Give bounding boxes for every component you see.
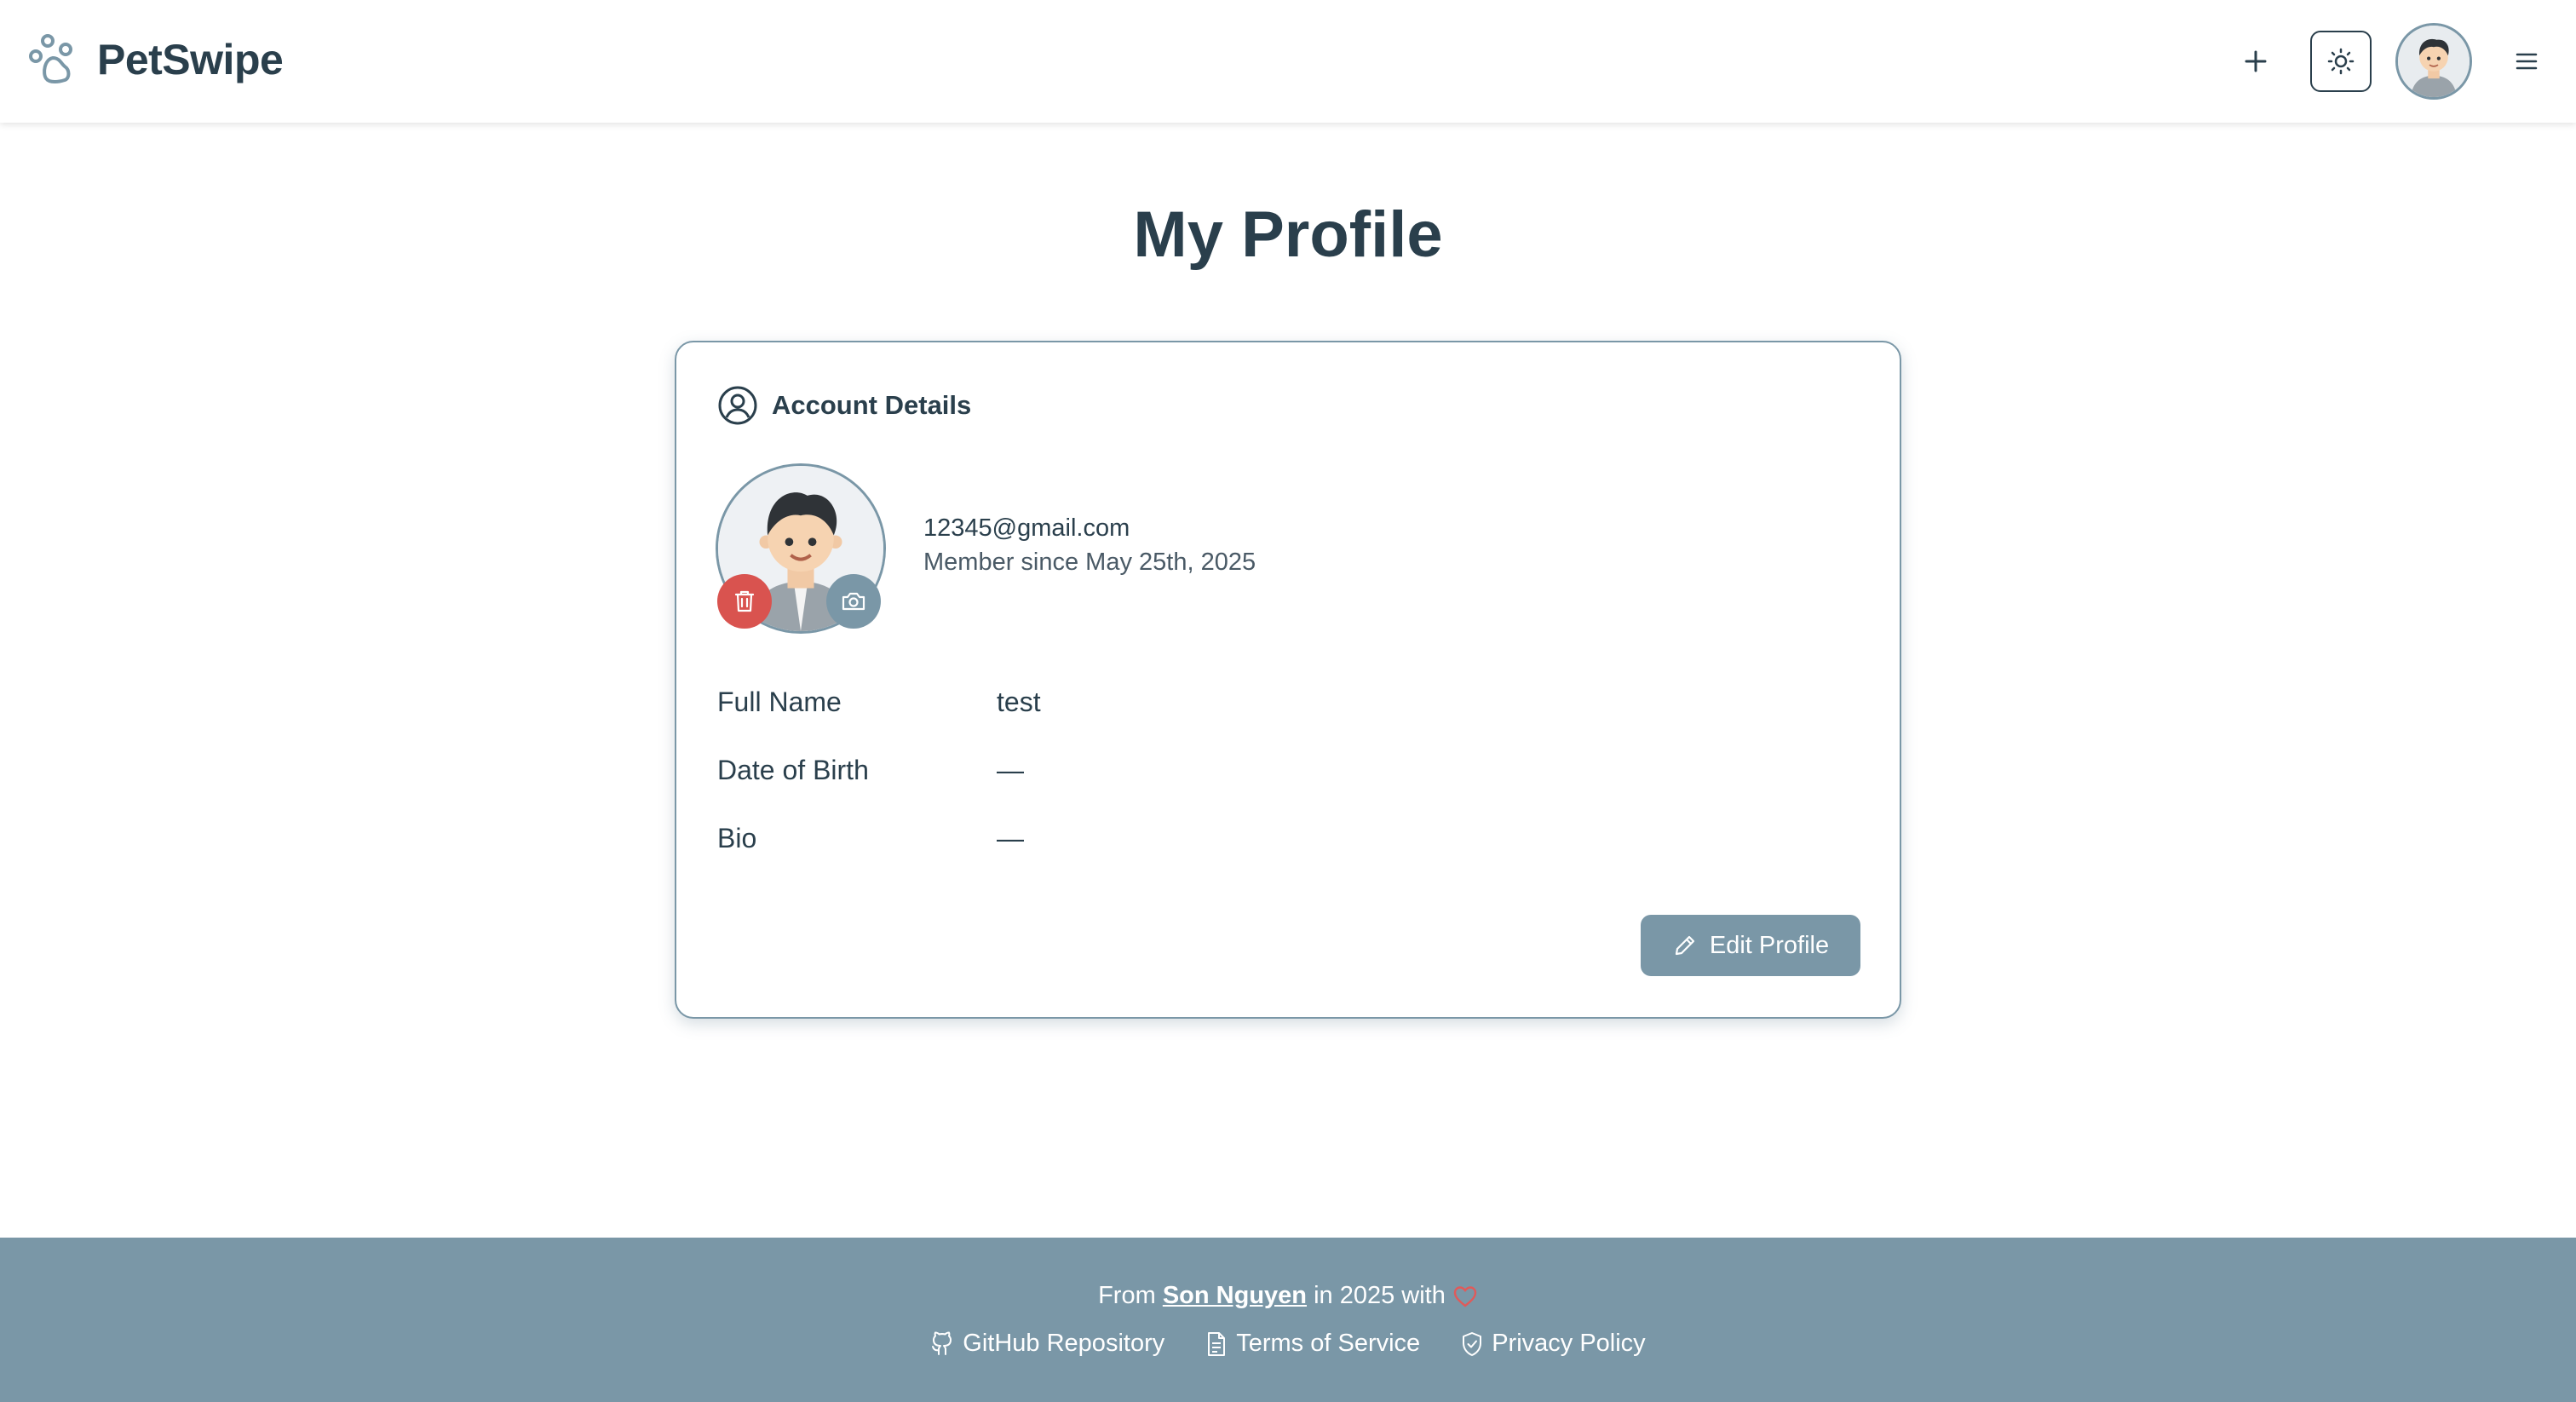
full-name-label: Full Name xyxy=(717,687,842,717)
member-since: Member since May 25th, 2025 xyxy=(923,549,1256,576)
footer: From Son Nguyen in 2025 with GitHub Repo… xyxy=(0,1238,2576,1402)
avatar xyxy=(2398,26,2470,97)
credit-suffix: in 2025 with xyxy=(1314,1282,1446,1309)
full-name-value: test xyxy=(997,687,1041,717)
account-details-card: Account Details 12345@gmail.com Member s… xyxy=(675,341,1901,1019)
footer-credit: From Son Nguyen in 2025 with xyxy=(0,1282,2576,1310)
upload-photo-button[interactable] xyxy=(826,574,881,629)
github-icon xyxy=(932,1331,952,1355)
top-navbar: PetSwipe xyxy=(0,0,2576,123)
app-name: PetSwipe xyxy=(97,36,284,83)
paw-logo-icon xyxy=(29,34,72,83)
edit-profile-label: Edit Profile xyxy=(1709,931,1830,959)
shield-check-icon xyxy=(1463,1331,1482,1356)
section-title: Account Details xyxy=(772,390,972,420)
page-title: My Profile xyxy=(1133,198,1443,271)
bio-value: — xyxy=(997,823,1024,853)
date-of-birth-value: — xyxy=(997,755,1024,785)
privacy-link-label: Privacy Policy xyxy=(1492,1330,1646,1357)
pencil-icon xyxy=(1675,935,1694,956)
menu-button[interactable] xyxy=(2503,37,2550,85)
terms-link-label: Terms of Service xyxy=(1236,1330,1421,1357)
date-of-birth-label: Date of Birth xyxy=(717,755,869,785)
user-circle-icon xyxy=(718,386,757,425)
add-button[interactable] xyxy=(2232,37,2280,85)
card-header: Account Details xyxy=(717,385,971,426)
footer-links: GitHub Repository Terms of Service Priva… xyxy=(0,1330,2576,1358)
bio-label: Bio xyxy=(717,823,757,853)
terms-link[interactable]: Terms of Service xyxy=(1205,1330,1420,1358)
theme-toggle-button[interactable] xyxy=(2310,31,2372,92)
github-link[interactable]: GitHub Repository xyxy=(930,1330,1164,1358)
github-link-label: GitHub Repository xyxy=(963,1330,1165,1357)
user-avatar-button[interactable] xyxy=(2395,23,2472,100)
delete-photo-button[interactable] xyxy=(717,574,772,629)
trash-icon xyxy=(734,590,755,612)
logo[interactable]: PetSwipe xyxy=(27,32,284,87)
camera-icon xyxy=(842,592,865,611)
credit-prefix: From xyxy=(1098,1282,1156,1309)
heart-icon xyxy=(1453,1286,1477,1307)
sun-icon xyxy=(2327,48,2355,75)
privacy-link[interactable]: Privacy Policy xyxy=(1461,1330,1646,1358)
user-email: 12345@gmail.com xyxy=(923,514,1130,542)
document-icon xyxy=(1208,1331,1226,1356)
hamburger-icon xyxy=(2516,53,2538,70)
edit-profile-button[interactable]: Edit Profile xyxy=(1641,915,1860,976)
plus-icon xyxy=(2245,50,2267,72)
author-link[interactable]: Son Nguyen xyxy=(1163,1282,1307,1309)
